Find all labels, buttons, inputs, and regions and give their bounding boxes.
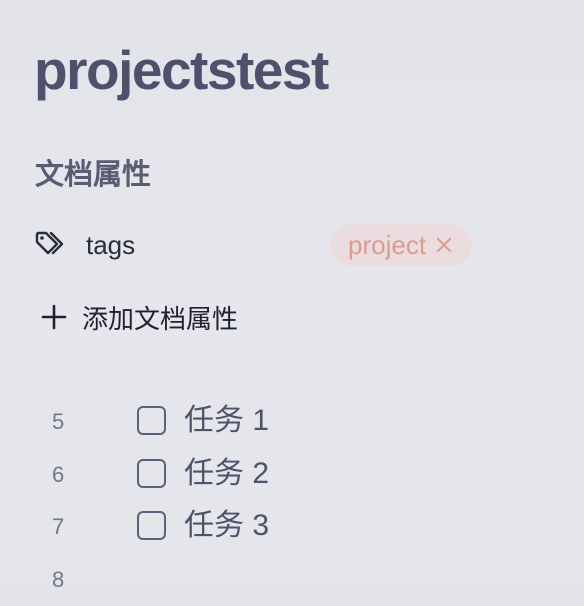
task-row[interactable]: 7 任务 3: [0, 501, 584, 554]
tag-label: project: [348, 230, 426, 261]
task-text[interactable]: 任务 2: [184, 456, 269, 492]
tags-icon: [34, 230, 70, 258]
line-number: 8: [52, 566, 64, 594]
task-row[interactable]: 6 任务 2: [0, 449, 584, 502]
empty-line-row[interactable]: 8: [0, 554, 584, 606]
tag-chip[interactable]: project: [330, 224, 472, 266]
close-icon[interactable]: [434, 235, 454, 255]
add-property-label: 添加文档属性: [82, 299, 238, 336]
line-number: 6: [52, 461, 64, 489]
line-number: 7: [52, 513, 64, 541]
property-name[interactable]: tags: [86, 228, 135, 262]
task-list: 5 任务 1 6 任务 2 7 任务 3 8: [0, 396, 584, 606]
line-number: 5: [52, 408, 64, 436]
task-checkbox[interactable]: [137, 511, 166, 540]
plus-icon: [40, 303, 68, 331]
properties-heading: 文档属性: [35, 156, 151, 194]
task-checkbox[interactable]: [137, 459, 166, 488]
add-property-button[interactable]: 添加文档属性: [40, 296, 238, 338]
task-row[interactable]: 5 任务 1: [0, 396, 584, 449]
property-row-tags[interactable]: tags project: [34, 222, 554, 268]
task-text[interactable]: 任务 3: [184, 508, 269, 544]
task-text[interactable]: 任务 1: [184, 403, 269, 439]
document-title[interactable]: projectstest: [34, 34, 328, 106]
task-checkbox[interactable]: [137, 406, 166, 435]
